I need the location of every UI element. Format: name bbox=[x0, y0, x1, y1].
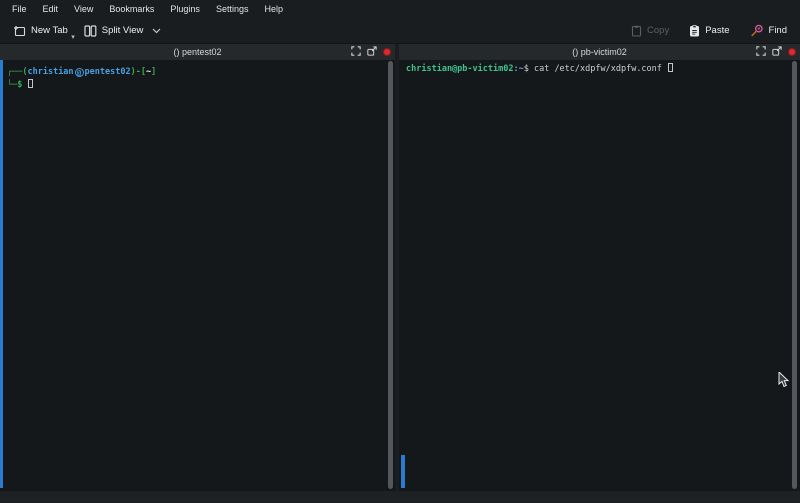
new-tab-label: New Tab bbox=[31, 25, 68, 36]
terminal-line: ┌──(christian@pentest02)-[~] bbox=[7, 67, 385, 79]
terminal-text-segment: └─$ bbox=[7, 80, 27, 90]
paste-label: Paste bbox=[705, 25, 729, 36]
split-view-label: Split View bbox=[102, 25, 144, 36]
terminal-line: └─$ bbox=[7, 79, 385, 92]
right-pane-header[interactable]: () pb-victim02 bbox=[399, 44, 800, 60]
find-label: Find bbox=[769, 25, 787, 36]
right-terminal-scrollbar[interactable] bbox=[792, 61, 797, 489]
paste-icon bbox=[689, 25, 700, 37]
terminal-text-segment: pentest02 bbox=[85, 67, 131, 77]
new-tab-button[interactable]: New Tab ▾ bbox=[8, 22, 73, 40]
terminal-line: christian@pb-victim02:~$ cat /etc/xdpfw/… bbox=[406, 63, 790, 76]
right-terminal-content: christian@pb-victim02:~$ cat /etc/xdpfw/… bbox=[406, 63, 790, 76]
menu-edit[interactable]: Edit bbox=[35, 0, 67, 18]
close-split-icon[interactable] bbox=[788, 48, 796, 56]
left-terminal[interactable]: ┌──(christian@pentest02)-[~]└─$ bbox=[0, 60, 395, 491]
menu-settings[interactable]: Settings bbox=[208, 0, 257, 18]
detach-split-icon[interactable] bbox=[772, 43, 782, 61]
detach-split-icon[interactable] bbox=[367, 43, 377, 61]
terminal-cursor bbox=[668, 63, 673, 72]
find-button[interactable]: Find bbox=[745, 21, 792, 40]
left-pane-title: () pentest02 bbox=[173, 47, 221, 57]
right-pane-title: () pb-victim02 bbox=[572, 47, 627, 57]
kali-at-symbol: @ bbox=[75, 68, 84, 77]
terminal-cursor bbox=[28, 79, 33, 88]
maximize-split-icon[interactable] bbox=[756, 43, 766, 61]
maximize-split-icon[interactable] bbox=[351, 43, 361, 61]
terminal-text-segment: christian bbox=[27, 67, 73, 77]
find-magnifier-icon bbox=[750, 24, 764, 37]
terminal-text-segment: $ bbox=[524, 64, 534, 74]
terminal-text-segment: cat /etc/xdpfw/xdpfw.conf bbox=[534, 64, 667, 74]
konsole-window: { "menubar": { "items": ["File", "Edit",… bbox=[0, 0, 800, 503]
terminal-text-segment: ┌──( bbox=[7, 67, 27, 77]
split-view-icon bbox=[84, 25, 97, 37]
left-terminal-scrollbar[interactable] bbox=[388, 61, 393, 489]
left-pane-header[interactable]: () pentest02 bbox=[0, 44, 395, 60]
terminal-text-segment: ] bbox=[151, 67, 156, 77]
split-headers: () pentest02 () pb-victim02 bbox=[0, 44, 800, 60]
right-terminal[interactable]: christian@pb-victim02:~$ cat /etc/xdpfw/… bbox=[399, 60, 800, 491]
mouse-pointer-icon bbox=[778, 372, 790, 393]
left-terminal-focus-bar bbox=[0, 60, 3, 488]
new-tab-icon bbox=[13, 25, 26, 37]
left-terminal-content: ┌──(christian@pentest02)-[~]└─$ bbox=[7, 67, 385, 91]
terminal-text-segment: christian@pb-victim02 bbox=[406, 64, 513, 74]
menu-file[interactable]: File bbox=[4, 0, 35, 18]
main-toolbar: New Tab ▾ Split View Copy bbox=[0, 18, 800, 44]
window-bottom-edge bbox=[0, 491, 800, 502]
menu-help[interactable]: Help bbox=[256, 0, 291, 18]
menu-bar: File Edit View Bookmarks Plugins Setting… bbox=[0, 0, 800, 18]
new-tab-dropdown-caret[interactable]: ▾ bbox=[71, 35, 75, 41]
terminal-text-segment: )-[ bbox=[131, 67, 146, 77]
menu-plugins[interactable]: Plugins bbox=[162, 0, 208, 18]
close-split-icon[interactable] bbox=[383, 48, 391, 56]
copy-button[interactable]: Copy bbox=[626, 22, 674, 40]
menu-bookmarks[interactable]: Bookmarks bbox=[101, 0, 162, 18]
terminal-split-area: ┌──(christian@pentest02)-[~]└─$ christia… bbox=[0, 60, 800, 491]
split-view-chevron-icon[interactable] bbox=[152, 28, 161, 34]
copy-icon bbox=[631, 25, 642, 37]
menu-view[interactable]: View bbox=[66, 0, 101, 18]
right-terminal-scroll-indicator bbox=[401, 455, 405, 488]
copy-label: Copy bbox=[647, 25, 669, 36]
split-view-button[interactable]: Split View bbox=[79, 22, 167, 40]
paste-button[interactable]: Paste bbox=[684, 22, 734, 40]
